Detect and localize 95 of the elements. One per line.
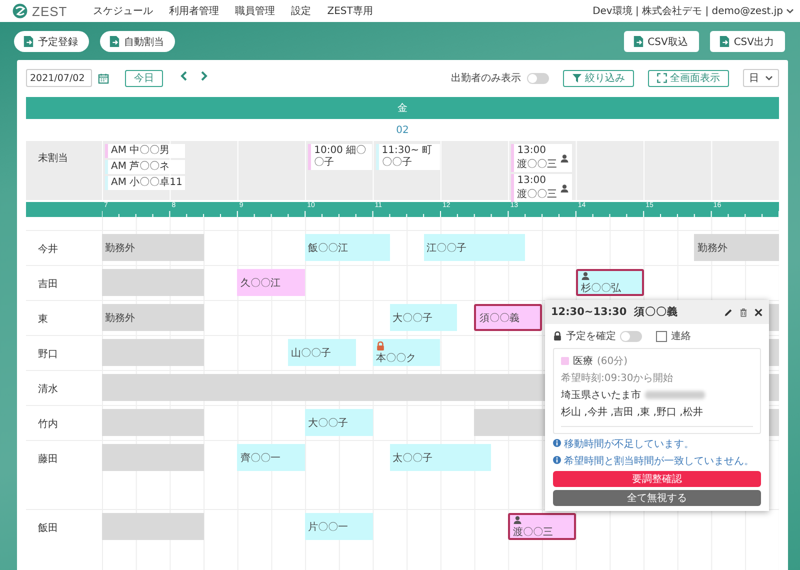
info-icon [553, 439, 561, 447]
appointment-block[interactable]: 杉〇〇弘 [576, 269, 644, 296]
confirm-label: 予定を確定 [566, 330, 616, 343]
staff-name: 竹内 [37, 418, 59, 432]
appointment-label: AM 芦〇〇ネ [110, 160, 171, 174]
expand-icon [657, 73, 667, 83]
date-field[interactable]: 2021/07/02 [26, 69, 92, 87]
appointment-block[interactable]: 山〇〇子 [288, 339, 356, 366]
caret-icon [786, 7, 794, 15]
toggle-switch[interactable] [620, 330, 642, 342]
staff-name: 清水 [37, 382, 59, 397]
close-icon[interactable] [754, 308, 763, 316]
calendar-icon[interactable] [98, 72, 109, 84]
appointment-label: 11:30~ 町〇〇子 [380, 144, 434, 170]
staff-list: 杉山 ,今井 ,吉田 ,東 ,野口 ,松井 [561, 405, 753, 419]
appointment-block[interactable]: 大〇〇子 [390, 304, 458, 331]
appointment-label: AM 中〇〇男 [110, 144, 171, 158]
off-duty-block: 勤務外 [102, 234, 204, 261]
fullscreen-button[interactable]: 全画面表示 [648, 70, 729, 86]
row-label: 未割当 [37, 152, 69, 166]
logo-text: ZEST [32, 4, 68, 18]
appointment-block[interactable]: 久〇〇江 [237, 269, 306, 296]
nav-link[interactable]: 職員管理 [235, 4, 276, 18]
unassigned-item[interactable]: 13:00 渡〇〇三 [511, 144, 572, 172]
filter-icon [572, 73, 582, 83]
blurred-text [645, 391, 705, 399]
service-name: 医療 [573, 354, 593, 368]
client-name: 渡〇〇三 [516, 158, 558, 172]
appointment-block[interactable]: 渡〇〇三 [508, 513, 576, 540]
unassigned-item[interactable]: 10:00 細〇〇子 [308, 144, 372, 170]
staff-name: 飯田 [37, 522, 59, 536]
nav-link[interactable]: 設定 [291, 4, 312, 18]
popup-title: 12:30~13:30 須〇〇義 [551, 305, 678, 319]
toggle-switch[interactable] [527, 72, 549, 84]
nav-link[interactable]: スケジュール [93, 4, 154, 18]
staff-name: 東 [37, 312, 49, 327]
document-icon [632, 35, 644, 48]
unassigned-item[interactable]: 11:30~ 町〇〇子 [376, 144, 440, 170]
adjust-button[interactable]: 要調整確認 [553, 471, 761, 487]
date-header: 02 [395, 124, 410, 138]
view-select[interactable]: 日 [743, 69, 779, 87]
staff-name: 吉田 [37, 278, 59, 292]
appointment-block[interactable]: 本〇〇ク [372, 339, 440, 366]
appointment-block[interactable]: 太〇〇子 [390, 444, 492, 471]
unassigned-item[interactable]: 13:00 渡〇〇三 [511, 174, 572, 202]
warning-message: 移動時間が不足しています。 [564, 438, 694, 451]
account-menu[interactable]: Dev環境 | 株式会社デモ | demo@zest.jp [592, 4, 794, 18]
person-icon [560, 184, 570, 192]
client-name: 渡〇〇三 [516, 188, 558, 202]
caret-icon [765, 74, 773, 82]
appointment-label: 10:00 細〇〇子 [313, 144, 368, 170]
checkbox-label: 連絡 [671, 330, 691, 343]
today-button[interactable]: 今日 [125, 70, 163, 86]
staff-name: 今井 [37, 242, 59, 257]
nav-link[interactable]: 利用者管理 [169, 4, 220, 18]
filter-button[interactable]: 絞り込み [563, 70, 634, 86]
lock-icon [376, 340, 385, 350]
unassigned-item[interactable]: AM 中〇〇男 [105, 144, 186, 158]
info-icon [553, 456, 561, 464]
action-button[interactable]: CSV出力 [710, 31, 785, 52]
document-icon [109, 35, 120, 48]
appointment-block[interactable]: 飯〇〇江 [305, 234, 390, 261]
off-duty-block: 勤務外 [694, 234, 779, 261]
address-text: 埼玉県さいたま市 [561, 388, 641, 402]
appointment-block[interactable]: 片〇〇一 [305, 513, 373, 540]
trash-icon[interactable] [739, 308, 748, 316]
appointment-time: 13:00 [516, 174, 548, 188]
nav-link[interactable]: ZEST専用 [327, 4, 373, 18]
off-duty-block: 勤務外 [102, 304, 204, 331]
action-button[interactable]: 自動割当 [100, 31, 175, 52]
weekday-header: 金 [26, 97, 779, 119]
appointment-block[interactable]: 大〇〇子 [305, 409, 373, 436]
unassigned-item[interactable]: AM 芦〇〇ネ [105, 160, 186, 174]
document-icon [718, 35, 730, 48]
appointment-block[interactable]: 江〇〇子 [424, 234, 526, 261]
action-button[interactable]: 予定登録 [14, 31, 89, 52]
toggle-label: 出勤者のみ表示 [451, 72, 521, 85]
staff-name: 藤田 [37, 452, 59, 467]
person-icon [513, 515, 522, 524]
document-icon [23, 35, 34, 48]
service-duration: (60分) [597, 355, 628, 368]
person-icon [580, 271, 590, 280]
warning-message: 希望時間と割当時間が一致していません。 [564, 454, 754, 468]
edit-icon[interactable] [724, 308, 733, 316]
action-button[interactable]: CSV取込 [624, 31, 699, 52]
lock-icon [553, 331, 562, 341]
checkbox[interactable] [656, 330, 667, 342]
appointment-time: 13:00 [516, 144, 548, 158]
preferred-time: 希望時刻:09:30から開始 [561, 372, 674, 385]
appointment-block[interactable]: 齊〇〇一 [237, 444, 306, 471]
person-icon [560, 154, 570, 162]
ignore-all-button[interactable]: 全て無視する [553, 490, 761, 506]
staff-name: 野口 [37, 348, 59, 362]
appointment-block[interactable]: 須〇〇義 [474, 304, 542, 331]
logo-icon [12, 3, 28, 19]
